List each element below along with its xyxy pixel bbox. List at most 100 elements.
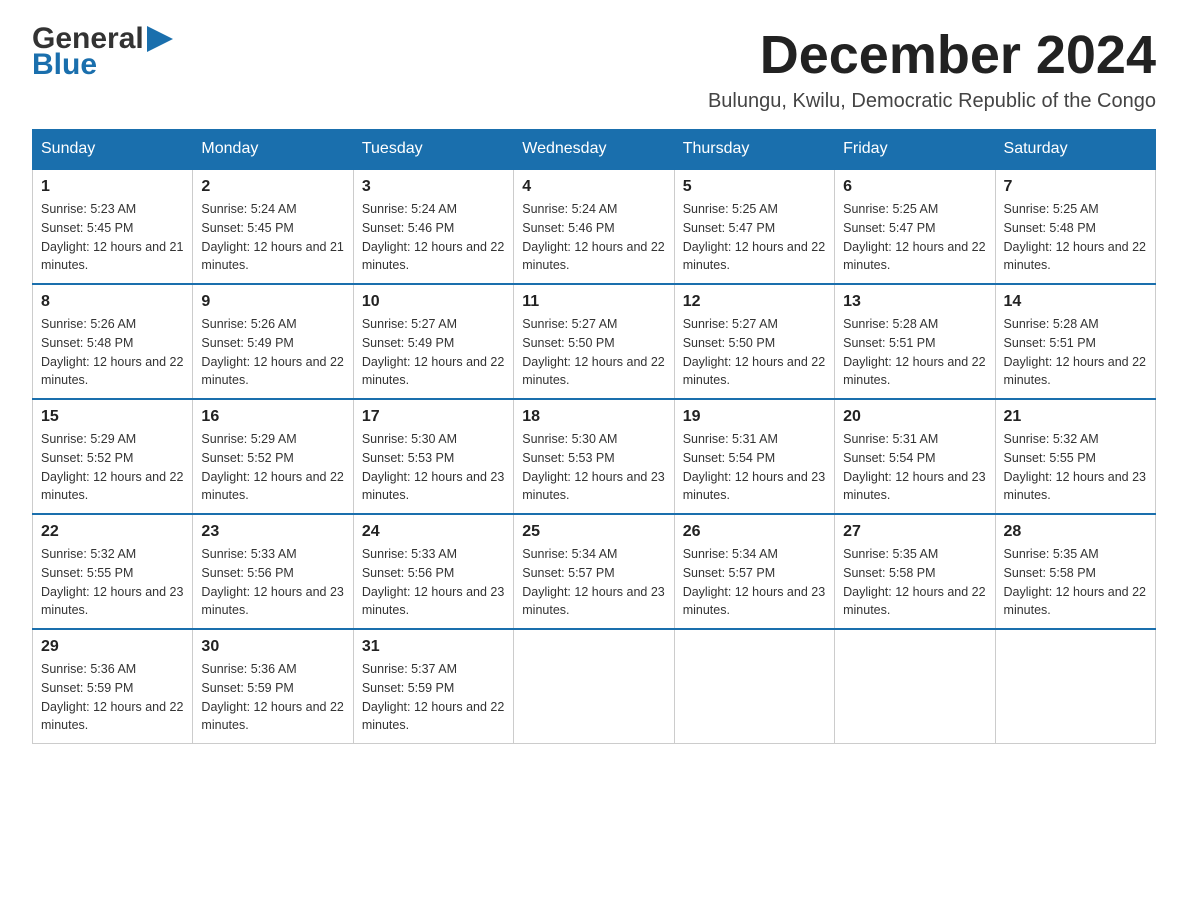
day-cell-9: 9 Sunrise: 5:26 AM Sunset: 5:49 PM Dayli… — [193, 284, 353, 399]
day-info: Sunrise: 5:35 AM Sunset: 5:58 PM Dayligh… — [843, 545, 986, 620]
week-row-4: 22 Sunrise: 5:32 AM Sunset: 5:55 PM Dayl… — [33, 514, 1156, 629]
weekday-header-monday: Monday — [193, 130, 353, 170]
day-cell-12: 12 Sunrise: 5:27 AM Sunset: 5:50 PM Dayl… — [674, 284, 834, 399]
day-info: Sunrise: 5:31 AM Sunset: 5:54 PM Dayligh… — [683, 430, 826, 505]
day-number: 9 — [201, 293, 344, 311]
day-info: Sunrise: 5:35 AM Sunset: 5:58 PM Dayligh… — [1004, 545, 1147, 620]
day-cell-2: 2 Sunrise: 5:24 AM Sunset: 5:45 PM Dayli… — [193, 169, 353, 284]
day-cell-16: 16 Sunrise: 5:29 AM Sunset: 5:52 PM Dayl… — [193, 399, 353, 514]
month-year-title: December 2024 — [708, 24, 1156, 86]
day-cell-17: 17 Sunrise: 5:30 AM Sunset: 5:53 PM Dayl… — [353, 399, 513, 514]
day-info: Sunrise: 5:32 AM Sunset: 5:55 PM Dayligh… — [41, 545, 184, 620]
day-cell-31: 31 Sunrise: 5:37 AM Sunset: 5:59 PM Dayl… — [353, 629, 513, 744]
day-cell-25: 25 Sunrise: 5:34 AM Sunset: 5:57 PM Dayl… — [514, 514, 674, 629]
day-number: 28 — [1004, 523, 1147, 541]
logo-blue: Blue — [32, 50, 97, 80]
day-info: Sunrise: 5:28 AM Sunset: 5:51 PM Dayligh… — [1004, 315, 1147, 390]
day-info: Sunrise: 5:34 AM Sunset: 5:57 PM Dayligh… — [522, 545, 665, 620]
weekday-header-thursday: Thursday — [674, 130, 834, 170]
day-cell-24: 24 Sunrise: 5:33 AM Sunset: 5:56 PM Dayl… — [353, 514, 513, 629]
day-number: 15 — [41, 408, 184, 426]
day-number: 11 — [522, 293, 665, 311]
weekday-header-saturday: Saturday — [995, 130, 1155, 170]
empty-cell — [514, 629, 674, 744]
day-cell-13: 13 Sunrise: 5:28 AM Sunset: 5:51 PM Dayl… — [835, 284, 995, 399]
day-info: Sunrise: 5:33 AM Sunset: 5:56 PM Dayligh… — [201, 545, 344, 620]
day-number: 16 — [201, 408, 344, 426]
day-info: Sunrise: 5:25 AM Sunset: 5:47 PM Dayligh… — [683, 200, 826, 275]
day-cell-20: 20 Sunrise: 5:31 AM Sunset: 5:54 PM Dayl… — [835, 399, 995, 514]
day-info: Sunrise: 5:24 AM Sunset: 5:45 PM Dayligh… — [201, 200, 344, 275]
day-number: 18 — [522, 408, 665, 426]
day-number: 17 — [362, 408, 505, 426]
day-number: 25 — [522, 523, 665, 541]
day-info: Sunrise: 5:27 AM Sunset: 5:50 PM Dayligh… — [683, 315, 826, 390]
day-number: 6 — [843, 178, 986, 196]
title-block: December 2024 Bulungu, Kwilu, Democratic… — [708, 24, 1156, 113]
day-info: Sunrise: 5:29 AM Sunset: 5:52 PM Dayligh… — [201, 430, 344, 505]
day-cell-10: 10 Sunrise: 5:27 AM Sunset: 5:49 PM Dayl… — [353, 284, 513, 399]
day-number: 10 — [362, 293, 505, 311]
empty-cell — [674, 629, 834, 744]
day-number: 29 — [41, 638, 184, 656]
weekday-header-row: SundayMondayTuesdayWednesdayThursdayFrid… — [33, 130, 1156, 170]
day-info: Sunrise: 5:33 AM Sunset: 5:56 PM Dayligh… — [362, 545, 505, 620]
day-info: Sunrise: 5:27 AM Sunset: 5:49 PM Dayligh… — [362, 315, 505, 390]
empty-cell — [835, 629, 995, 744]
day-cell-19: 19 Sunrise: 5:31 AM Sunset: 5:54 PM Dayl… — [674, 399, 834, 514]
day-number: 31 — [362, 638, 505, 656]
day-number: 3 — [362, 178, 505, 196]
day-number: 23 — [201, 523, 344, 541]
day-number: 20 — [843, 408, 986, 426]
weekday-header-wednesday: Wednesday — [514, 130, 674, 170]
day-number: 30 — [201, 638, 344, 656]
day-number: 12 — [683, 293, 826, 311]
day-info: Sunrise: 5:27 AM Sunset: 5:50 PM Dayligh… — [522, 315, 665, 390]
day-info: Sunrise: 5:36 AM Sunset: 5:59 PM Dayligh… — [41, 660, 184, 735]
day-cell-6: 6 Sunrise: 5:25 AM Sunset: 5:47 PM Dayli… — [835, 169, 995, 284]
day-number: 7 — [1004, 178, 1147, 196]
day-number: 27 — [843, 523, 986, 541]
day-info: Sunrise: 5:25 AM Sunset: 5:48 PM Dayligh… — [1004, 200, 1147, 275]
week-row-3: 15 Sunrise: 5:29 AM Sunset: 5:52 PM Dayl… — [33, 399, 1156, 514]
day-info: Sunrise: 5:30 AM Sunset: 5:53 PM Dayligh… — [522, 430, 665, 505]
day-info: Sunrise: 5:37 AM Sunset: 5:59 PM Dayligh… — [362, 660, 505, 735]
day-cell-18: 18 Sunrise: 5:30 AM Sunset: 5:53 PM Dayl… — [514, 399, 674, 514]
day-cell-11: 11 Sunrise: 5:27 AM Sunset: 5:50 PM Dayl… — [514, 284, 674, 399]
day-info: Sunrise: 5:28 AM Sunset: 5:51 PM Dayligh… — [843, 315, 986, 390]
day-cell-22: 22 Sunrise: 5:32 AM Sunset: 5:55 PM Dayl… — [33, 514, 193, 629]
weekday-header-friday: Friday — [835, 130, 995, 170]
day-cell-28: 28 Sunrise: 5:35 AM Sunset: 5:58 PM Dayl… — [995, 514, 1155, 629]
day-info: Sunrise: 5:24 AM Sunset: 5:46 PM Dayligh… — [362, 200, 505, 275]
day-number: 22 — [41, 523, 184, 541]
day-number: 4 — [522, 178, 665, 196]
day-info: Sunrise: 5:34 AM Sunset: 5:57 PM Dayligh… — [683, 545, 826, 620]
day-cell-1: 1 Sunrise: 5:23 AM Sunset: 5:45 PM Dayli… — [33, 169, 193, 284]
day-info: Sunrise: 5:29 AM Sunset: 5:52 PM Dayligh… — [41, 430, 184, 505]
day-number: 19 — [683, 408, 826, 426]
day-number: 8 — [41, 293, 184, 311]
day-info: Sunrise: 5:32 AM Sunset: 5:55 PM Dayligh… — [1004, 430, 1147, 505]
day-info: Sunrise: 5:36 AM Sunset: 5:59 PM Dayligh… — [201, 660, 344, 735]
day-info: Sunrise: 5:25 AM Sunset: 5:47 PM Dayligh… — [843, 200, 986, 275]
page-top: General Blue December 2024 Bulungu, Kwil… — [32, 24, 1156, 113]
day-number: 2 — [201, 178, 344, 196]
logo-flag-icon — [147, 26, 173, 52]
day-info: Sunrise: 5:24 AM Sunset: 5:46 PM Dayligh… — [522, 200, 665, 275]
logo-block: General Blue — [32, 24, 173, 80]
weekday-header-sunday: Sunday — [33, 130, 193, 170]
day-cell-30: 30 Sunrise: 5:36 AM Sunset: 5:59 PM Dayl… — [193, 629, 353, 744]
day-number: 24 — [362, 523, 505, 541]
day-cell-27: 27 Sunrise: 5:35 AM Sunset: 5:58 PM Dayl… — [835, 514, 995, 629]
day-number: 26 — [683, 523, 826, 541]
calendar-table: SundayMondayTuesdayWednesdayThursdayFrid… — [32, 129, 1156, 744]
day-number: 1 — [41, 178, 184, 196]
day-number: 5 — [683, 178, 826, 196]
day-info: Sunrise: 5:23 AM Sunset: 5:45 PM Dayligh… — [41, 200, 184, 275]
day-info: Sunrise: 5:26 AM Sunset: 5:49 PM Dayligh… — [201, 315, 344, 390]
day-cell-7: 7 Sunrise: 5:25 AM Sunset: 5:48 PM Dayli… — [995, 169, 1155, 284]
day-cell-21: 21 Sunrise: 5:32 AM Sunset: 5:55 PM Dayl… — [995, 399, 1155, 514]
day-cell-29: 29 Sunrise: 5:36 AM Sunset: 5:59 PM Dayl… — [33, 629, 193, 744]
day-cell-26: 26 Sunrise: 5:34 AM Sunset: 5:57 PM Dayl… — [674, 514, 834, 629]
location-subtitle: Bulungu, Kwilu, Democratic Republic of t… — [708, 90, 1156, 113]
